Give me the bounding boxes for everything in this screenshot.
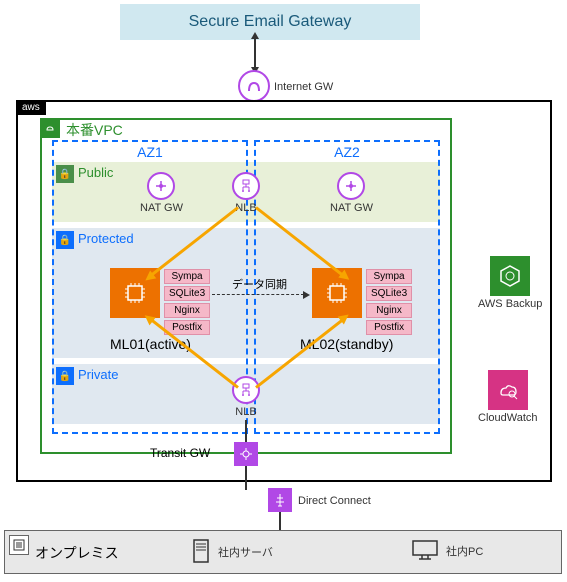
sw-item: SQLite3 (164, 286, 210, 301)
nat-gw-az2: NAT GW (330, 172, 373, 214)
protected-badge-icon: 🔒 (56, 231, 74, 249)
onprem-title: オンプレミス (35, 543, 119, 563)
server-icon (190, 538, 212, 564)
secure-email-gateway: Secure Email Gateway (120, 4, 420, 40)
nat-icon (147, 172, 175, 200)
nat-label: NAT GW (140, 202, 183, 214)
cloudwatch: CloudWatch (478, 370, 538, 424)
vpc-title: 本番VPC (66, 120, 123, 140)
tgw-label: Transit GW (150, 446, 210, 460)
nlb-icon (232, 172, 260, 200)
sw-item: Nginx (164, 303, 210, 318)
cloudwatch-label: CloudWatch (478, 412, 538, 424)
sw-item: Nginx (366, 303, 412, 318)
onprem-server: 社内サーバ (190, 538, 273, 564)
protected-label: Protected (78, 231, 134, 246)
nat-label: NAT GW (330, 202, 373, 214)
sw-item: Sympa (366, 269, 412, 284)
nlb-bottom: NLB (232, 376, 260, 418)
nat-icon (337, 172, 365, 200)
nlb-icon (232, 376, 260, 404)
dx-icon (268, 488, 292, 512)
data-sync-label: データ同期 (232, 276, 287, 292)
private-badge-icon: 🔒 (56, 367, 74, 385)
internet-gateway: Internet GW (238, 70, 333, 102)
pc-label: 社内PC (446, 543, 483, 559)
onprem-pc: 社内PC (410, 538, 483, 562)
connector-tgw-dx (245, 466, 247, 490)
ec2-icon (312, 268, 362, 318)
ml02-software: Sympa SQLite3 Nginx Postfix (366, 268, 412, 336)
tgw-icon (234, 442, 258, 466)
ml01-software: Sympa SQLite3 Nginx Postfix (164, 268, 210, 336)
public-badge-icon: 🔒 (56, 165, 74, 183)
igw-icon (238, 70, 270, 102)
nlb-label: NLB (235, 406, 256, 418)
transit-gw (234, 442, 258, 466)
sw-item: Sympa (164, 269, 210, 284)
sw-item: SQLite3 (366, 286, 412, 301)
sw-item: Postfix (366, 320, 412, 335)
dx-label: Direct Connect (298, 495, 371, 507)
az2-title: AZ2 (334, 144, 360, 160)
nat-gw-az1: NAT GW (140, 172, 183, 214)
igw-label: Internet GW (274, 81, 333, 93)
data-sync-arrow (212, 294, 304, 295)
private-label: Private (78, 367, 118, 382)
connector-dx-onprem (279, 512, 281, 530)
az1-title: AZ1 (137, 144, 163, 160)
onprem-icon (9, 535, 29, 555)
connector-nlb-tgw (245, 420, 247, 442)
direct-connect: Direct Connect (268, 488, 371, 512)
ml02-instance: Sympa SQLite3 Nginx Postfix (312, 268, 412, 336)
backup-label: AWS Backup (478, 298, 542, 310)
pc-icon (410, 538, 440, 562)
vpc-icon (40, 118, 60, 138)
aws-badge: aws (16, 100, 46, 115)
aws-backup: AWS Backup (478, 256, 542, 310)
cloudwatch-icon (488, 370, 528, 410)
server-label: 社内サーバ (218, 544, 273, 560)
connector-seg-igw (254, 38, 256, 68)
public-label: Public (78, 165, 113, 180)
backup-icon (490, 256, 530, 296)
